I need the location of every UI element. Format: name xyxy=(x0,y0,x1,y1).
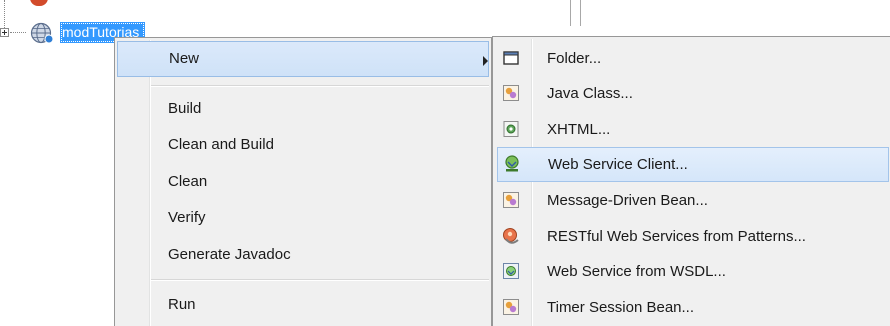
submenu-item-message-driven-bean[interactable]: Message-Driven Bean... xyxy=(495,183,887,218)
new-submenu: Folder... Java Class... XHTML... Web Ser… xyxy=(492,36,890,326)
menu-item-label: Generate Javadoc xyxy=(168,246,291,263)
submenu-item-label: Web Service Client... xyxy=(548,156,688,173)
context-menu: New Build Clean and Build Clean Verify G… xyxy=(114,37,492,326)
parent-node-icon xyxy=(30,0,48,6)
xhtml-file-icon xyxy=(503,121,519,137)
menu-item-generate-javadoc[interactable]: Generate Javadoc xyxy=(117,237,489,273)
menu-item-label: Verify xyxy=(168,209,206,226)
wsdl-service-icon xyxy=(503,263,519,279)
expand-toggle-icon[interactable] xyxy=(0,28,9,37)
message-driven-bean-icon xyxy=(503,192,519,208)
submenu-item-java-class[interactable]: Java Class... xyxy=(495,76,887,111)
menu-item-label: Clean xyxy=(168,173,208,190)
folder-icon xyxy=(503,51,519,65)
project-badge-icon xyxy=(44,34,54,44)
submenu-item-restful-patterns[interactable]: RESTful Web Services from Patterns... xyxy=(495,219,887,254)
menu-item-label: New xyxy=(169,50,200,67)
menu-item-run[interactable]: Run xyxy=(117,287,489,323)
submenu-item-folder[interactable]: Folder... xyxy=(495,41,887,76)
submenu-arrow-icon xyxy=(483,56,488,66)
submenu-item-web-service-from-wsdl[interactable]: Web Service from WSDL... xyxy=(495,254,887,289)
menu-separator xyxy=(151,279,489,281)
editor-divider xyxy=(570,0,571,26)
menu-item-label: Clean and Build xyxy=(168,136,274,153)
submenu-item-label: RESTful Web Services from Patterns... xyxy=(547,228,806,245)
menu-item-clean[interactable]: Clean xyxy=(117,164,489,200)
web-service-client-icon xyxy=(505,155,519,172)
menu-item-label: Build xyxy=(168,100,202,117)
timer-session-bean-icon xyxy=(503,299,519,315)
submenu-item-xhtml[interactable]: XHTML... xyxy=(495,112,887,147)
menu-item-build[interactable]: Build xyxy=(117,91,489,127)
menu-item-verify[interactable]: Verify xyxy=(117,200,489,236)
tree-connector-line xyxy=(10,32,26,33)
submenu-item-label: Java Class... xyxy=(547,85,633,102)
menu-item-new[interactable]: New xyxy=(117,41,489,77)
submenu-item-label: Web Service from WSDL... xyxy=(547,263,726,280)
editor-divider xyxy=(580,0,581,26)
java-class-icon xyxy=(503,85,519,101)
submenu-item-web-service-client[interactable]: Web Service Client... xyxy=(497,147,889,182)
submenu-item-label: Folder... xyxy=(547,50,602,67)
submenu-item-timer-session-bean[interactable]: Timer Session Bean... xyxy=(495,290,887,325)
tree-guide-line xyxy=(4,0,5,28)
restful-service-icon xyxy=(503,228,519,244)
submenu-item-label: Timer Session Bean... xyxy=(547,299,695,316)
menu-item-label: Run xyxy=(168,296,196,313)
submenu-item-label: Message-Driven Bean... xyxy=(547,192,708,209)
menu-separator xyxy=(151,85,489,87)
submenu-item-label: XHTML... xyxy=(547,121,611,138)
menu-item-clean-and-build[interactable]: Clean and Build xyxy=(117,127,489,163)
